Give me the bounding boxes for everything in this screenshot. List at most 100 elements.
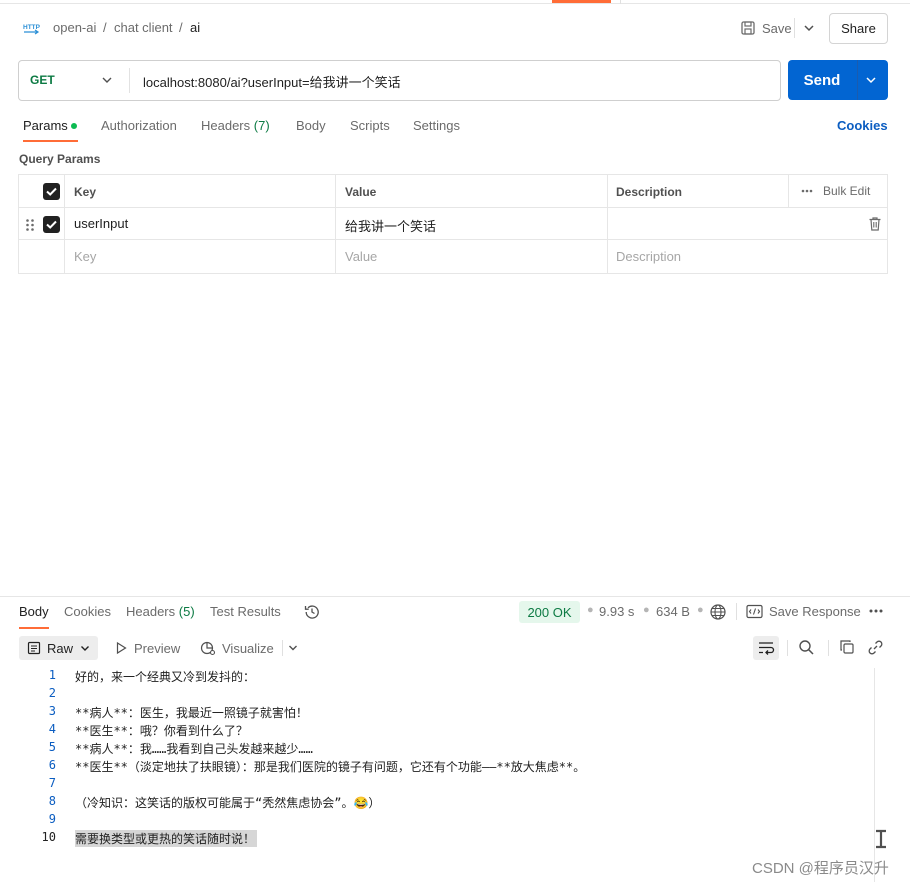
breadcrumb-separator: / [179, 20, 183, 35]
params-active-dot [71, 123, 77, 129]
query-params-title: Query Params [19, 152, 101, 166]
meta-divider [736, 603, 737, 620]
share-button[interactable]: Share [829, 13, 888, 44]
preview-button[interactable]: Preview [114, 636, 180, 660]
preview-label: Preview [134, 640, 181, 656]
save-response-icon [746, 604, 763, 619]
drag-handle-icon[interactable] [25, 218, 35, 232]
trash-icon[interactable] [868, 216, 882, 232]
line-text: **病人**：我……我看到自己头发越来越少…… [75, 742, 313, 756]
wrap-icon [759, 642, 775, 655]
param-key-cell[interactable]: userInput [74, 216, 128, 231]
tab-headers-label: Headers [201, 118, 251, 133]
row-enabled-checkbox[interactable] [43, 216, 60, 233]
response-size[interactable]: 634 B [656, 604, 690, 619]
line-number: 7 [48, 776, 56, 790]
line-number: 10 [41, 830, 56, 844]
line-text: **医生**（淡定地扶了扶眼镜）：那是我们医院的镜子有问题，它还有个功能——**… [75, 760, 586, 774]
save-response-button[interactable]: Save Response [769, 604, 861, 619]
breadcrumb-collection[interactable]: open-ai [53, 20, 96, 35]
copy-icon[interactable] [839, 639, 855, 655]
param-value-cell[interactable]: 给我讲一个笑话 [345, 216, 436, 235]
save-label: Save [762, 20, 792, 36]
meta-separator: ● [643, 604, 650, 616]
breadcrumb-separator: / [103, 20, 107, 35]
http-request-icon: HTTP [22, 20, 42, 36]
table-row [19, 208, 887, 240]
chevron-down-icon[interactable] [100, 73, 114, 87]
tab-body[interactable]: Body [296, 118, 326, 133]
description-placeholder[interactable]: Description [616, 249, 681, 264]
line-number: 2 [48, 686, 56, 700]
tab-authorization[interactable]: Authorization [101, 118, 177, 133]
tab-scripts[interactable]: Scripts [350, 118, 390, 133]
line-number: 4 [48, 722, 56, 736]
chevron-down-icon[interactable] [286, 641, 300, 655]
line-text: **病人**：医生，我最近一照镜子就害怕！ [75, 706, 308, 720]
globe-icon[interactable] [709, 603, 727, 621]
line-number: 8 [48, 794, 56, 808]
top-tab-strip [0, 0, 910, 4]
table-row-placeholder [19, 240, 887, 273]
table-header-row [19, 175, 887, 208]
meta-separator: ● [587, 604, 594, 616]
line-number: 6 [48, 758, 56, 772]
url-input[interactable]: localhost:8080/ai?userInput=给我讲一个笑话 [143, 72, 401, 91]
bulk-edit-label: Bulk Edit [823, 184, 871, 198]
tab-headers[interactable]: Headers (7) [201, 118, 270, 133]
link-icon[interactable] [867, 639, 884, 656]
value-placeholder[interactable]: Value [345, 249, 377, 264]
toolbar-divider [787, 640, 788, 656]
status-text: 200 OK [527, 604, 572, 620]
response-tab-body[interactable]: Body [19, 604, 49, 619]
play-icon [116, 641, 127, 655]
save-divider [794, 18, 795, 38]
method-select[interactable]: GET [30, 73, 55, 87]
code-line: 3 **病人**：医生，我最近一照镜子就害怕！ [0, 704, 874, 722]
bulk-edit-button[interactable]: Bulk Edit [789, 184, 889, 198]
breadcrumb-folder[interactable]: chat client [114, 20, 173, 35]
response-tab-cookies[interactable]: Cookies [64, 604, 111, 619]
code-line: 9 [0, 812, 874, 830]
chevron-down-icon[interactable] [864, 73, 878, 87]
code-line: 6 **医生**（淡定地扶了扶眼镜）：那是我们医院的镜子有问题，它还有个功能——… [0, 758, 874, 776]
status-badge[interactable]: 200 OK [519, 601, 580, 623]
url-divider [129, 68, 130, 93]
editor-scrollbar[interactable] [874, 668, 875, 882]
active-tab-indicator [552, 0, 611, 3]
chevron-down-icon[interactable] [801, 20, 817, 36]
visualize-icon [200, 641, 216, 656]
cookies-link[interactable]: Cookies [837, 118, 888, 133]
response-tab-underline [19, 627, 49, 629]
column-key: Key [74, 185, 97, 199]
format-select[interactable]: Raw [19, 636, 98, 660]
send-button[interactable]: Send [788, 60, 856, 100]
breadcrumb-request[interactable]: ai [190, 20, 200, 35]
tab-params[interactable]: Params [23, 118, 68, 133]
search-icon[interactable] [798, 639, 815, 656]
code-line: 4 **医生**：哦？你看到什么了？ [0, 722, 874, 740]
line-number: 3 [48, 704, 56, 718]
visualize-button[interactable]: Visualize [200, 636, 274, 660]
tab-underline [23, 140, 78, 142]
save-button[interactable]: Save [738, 14, 802, 42]
key-placeholder[interactable]: Key [74, 249, 96, 264]
wrap-lines-button[interactable] [753, 636, 779, 660]
watermark: CSDN @程序员汉升 [752, 860, 889, 877]
select-all-checkbox[interactable] [43, 183, 60, 200]
tab-settings[interactable]: Settings [413, 118, 460, 133]
text-cursor-icon [875, 829, 887, 849]
more-options-icon[interactable] [868, 605, 884, 617]
toolbar-divider [282, 640, 283, 656]
response-tab-test-results[interactable]: Test Results [210, 604, 281, 619]
code-line: 2 [0, 686, 874, 704]
headers-count: (7) [253, 118, 270, 133]
column-description: Description [616, 185, 683, 199]
line-number: 9 [48, 812, 56, 826]
column-divider [335, 175, 336, 273]
response-time[interactable]: 9.93 s [599, 604, 634, 619]
response-tab-headers[interactable]: Headers (5) [126, 604, 195, 619]
send-label: Send [803, 71, 841, 89]
history-icon[interactable] [303, 603, 321, 621]
toolbar-divider [828, 640, 829, 656]
